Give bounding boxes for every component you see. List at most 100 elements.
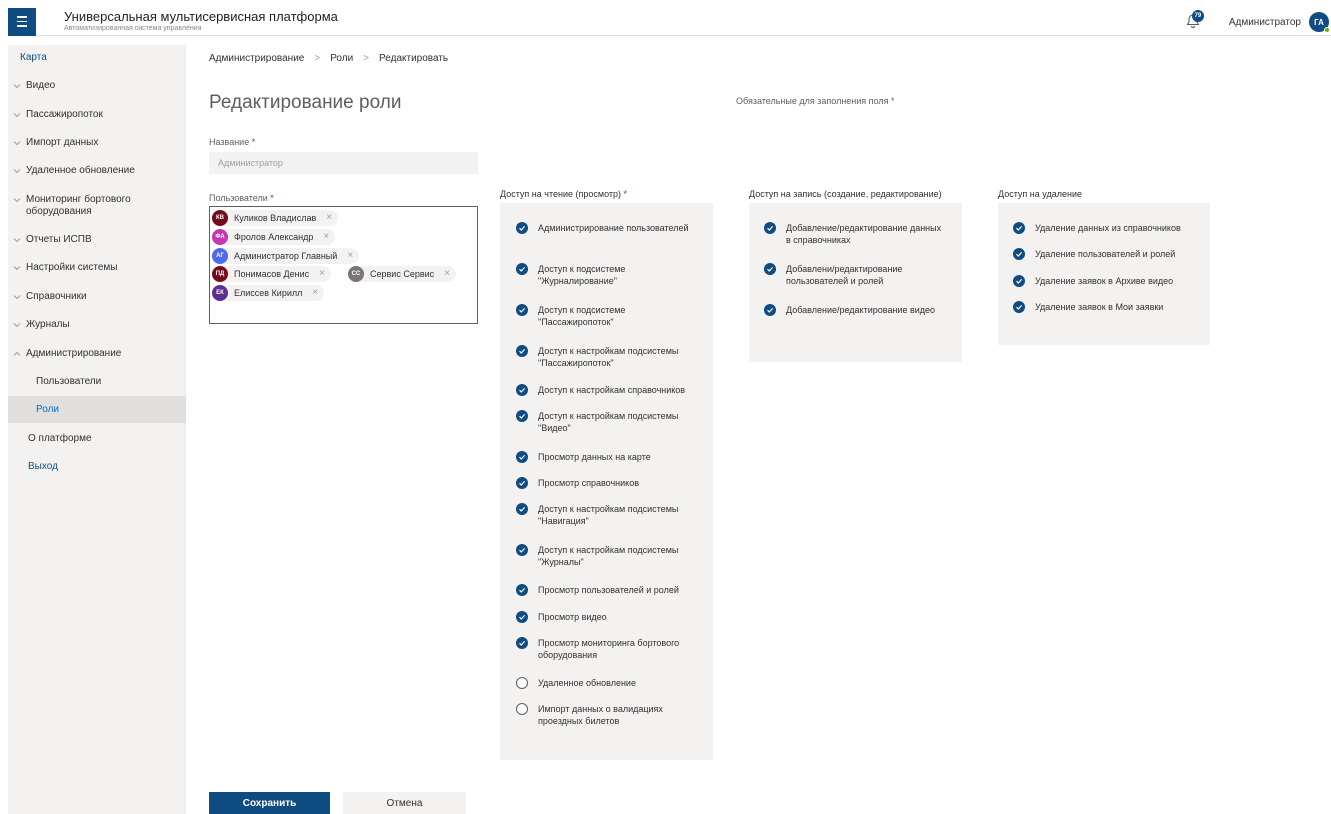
sidebar-item-map[interactable]: Карта xyxy=(0,52,178,64)
chevron-down-icon xyxy=(8,165,26,175)
checkmark-circle-icon xyxy=(516,503,528,515)
permission-checkbox[interactable]: Добавление/редактирование данных в справ… xyxy=(764,222,944,246)
menu-toggle-button[interactable] xyxy=(8,7,36,36)
permission-label: Добавлени/редактирование пользователей и… xyxy=(786,264,903,286)
close-icon[interactable]: × xyxy=(326,213,332,223)
permission-label: Доступ к настройкам подсистемы "Навигаци… xyxy=(538,504,679,526)
checkmark-circle-icon xyxy=(1013,248,1025,260)
checkmark-circle-icon xyxy=(516,584,528,596)
checkmark-circle-icon xyxy=(1013,275,1025,287)
sidebar-item-label: Журналы xyxy=(26,319,70,330)
sidebar-item-journals[interactable]: Журналы xyxy=(8,319,186,331)
close-icon[interactable]: × xyxy=(319,269,325,279)
permission-checkbox[interactable]: Добавлени/редактирование пользователей и… xyxy=(764,263,944,287)
permission-checkbox[interactable]: Просмотр видео xyxy=(516,611,701,623)
breadcrumb-item[interactable]: Роли xyxy=(330,53,353,64)
notifications-badge: 79 xyxy=(1191,10,1204,22)
checkmark-circle-icon xyxy=(1013,301,1025,313)
permission-checkbox[interactable]: Доступ к подсистеме "Журналирование" xyxy=(516,263,701,287)
read-access-title: Доступ на чтение (просмотр) * xyxy=(500,189,627,199)
app-title: Универсальная мультисервисная платформа xyxy=(64,9,338,24)
checkmark-circle-icon xyxy=(1013,222,1025,234)
save-button[interactable]: Сохранить xyxy=(209,792,330,814)
required-fields-note: Обязательные для заполнения поля * xyxy=(736,96,895,106)
hamburger-icon xyxy=(17,15,27,29)
avatar: ПД xyxy=(212,266,228,282)
close-icon[interactable]: × xyxy=(312,288,318,298)
notifications-button[interactable]: 79 xyxy=(1185,10,1204,31)
permission-checkbox[interactable]: Удаление заявок в Архиве видео xyxy=(1013,275,1208,287)
chevron-down-icon xyxy=(8,109,26,119)
user-name[interactable]: Администратор xyxy=(1229,17,1301,28)
sidebar-item-system-settings[interactable]: Настройки системы xyxy=(8,262,186,274)
sidebar-item-label: Администрирование xyxy=(26,348,122,359)
permission-checkbox[interactable]: Доступ к настройкам подсистемы "Пассажир… xyxy=(516,345,701,369)
avatar: АГ xyxy=(212,248,228,264)
user-chip-name: Администратор Главный xyxy=(234,251,338,261)
sidebar-item-ispv-reports[interactable]: Отчеты ИСПВ xyxy=(8,234,186,246)
role-name-input[interactable]: Администратор xyxy=(209,152,478,174)
sidebar-item-label: Справочники xyxy=(26,291,87,302)
close-icon[interactable]: × xyxy=(323,232,329,242)
user-initials: ГА xyxy=(1314,17,1324,27)
close-icon[interactable]: × xyxy=(347,251,353,261)
chevron-right-icon: > xyxy=(363,53,370,64)
sidebar-item-remote-update[interactable]: Удаленное обновление xyxy=(8,165,186,177)
sidebar-item-directories[interactable]: Справочники xyxy=(8,291,186,303)
permission-checkbox[interactable]: Администрирование пользователей xyxy=(516,222,701,234)
avatar: СС xyxy=(348,266,364,282)
app-title-block: Универсальная мультисервисная платформа … xyxy=(64,10,338,33)
permission-checkbox[interactable]: Просмотр мониторинга бортового оборудова… xyxy=(516,637,701,661)
checkmark-circle-icon xyxy=(516,477,528,489)
sidebar-item-onboard-monitoring[interactable]: Мониторинг бортового оборудования xyxy=(8,194,158,218)
permission-checkbox[interactable]: Просмотр справочников xyxy=(516,477,701,489)
checkmark-circle-icon xyxy=(516,611,528,623)
permission-label: Удаленное обновление xyxy=(538,678,636,688)
sidebar-item-label: Пассажиропоток xyxy=(26,109,103,120)
user-chip-name: Елиссев Кирилл xyxy=(234,288,303,298)
permission-checkbox[interactable]: Удаление пользователей и ролей xyxy=(1013,248,1208,260)
sidebar-item-roles[interactable]: Роли xyxy=(8,396,186,423)
sidebar-item-video[interactable]: Видео xyxy=(8,80,186,92)
checkmark-circle-icon xyxy=(516,345,528,357)
breadcrumb-item: Редактировать xyxy=(379,53,449,64)
user-chip-name: Куликов Владислав xyxy=(234,213,317,223)
close-icon[interactable]: × xyxy=(444,269,450,279)
sidebar-item-passenger-flow[interactable]: Пассажиропоток xyxy=(8,109,186,121)
permission-label: Добавление/редактирование видео xyxy=(786,305,936,315)
required-mark: * xyxy=(270,193,274,203)
user-chip: СС Сервис Сервис × xyxy=(348,266,456,282)
permission-label: Добавление/редактирование данных в справ… xyxy=(786,223,942,245)
user-avatar[interactable]: ГА xyxy=(1309,12,1330,33)
cancel-button[interactable]: Отмена xyxy=(343,792,466,814)
permission-checkbox[interactable]: Доступ к подсистеме "Пассажиропоток" xyxy=(516,304,701,328)
user-chip-name: Фролов Александр xyxy=(234,232,314,242)
permission-checkbox[interactable]: Импорт данных о валидациях проездных бил… xyxy=(516,703,701,727)
sidebar-item-logout[interactable]: Выход xyxy=(8,461,186,473)
chevron-up-icon xyxy=(8,348,26,358)
permission-checkbox[interactable]: Удаление данных из справочников xyxy=(1013,222,1208,234)
chevron-down-icon xyxy=(8,262,26,272)
read-access-title-text: Доступ на чтение (просмотр) xyxy=(500,189,621,199)
permission-checkbox[interactable]: Удаленное обновление xyxy=(516,677,701,689)
sidebar-item-data-import[interactable]: Импорт данных xyxy=(8,137,186,149)
permission-checkbox[interactable]: Просмотр пользователей и ролей xyxy=(516,584,701,596)
permission-checkbox[interactable]: Доступ к настройкам справочников xyxy=(516,384,701,396)
permission-checkbox[interactable]: Добавление/редактирование видео xyxy=(764,304,944,316)
permission-checkbox[interactable]: Доступ к настройкам подсистемы "Навигаци… xyxy=(516,503,701,527)
breadcrumb-item[interactable]: Администрирование xyxy=(209,53,304,64)
user-chip: АГ Администратор Главный × xyxy=(212,248,360,264)
avatar: КВ xyxy=(212,210,228,226)
permission-checkbox[interactable]: Просмотр данных на карте xyxy=(516,451,701,463)
permission-checkbox[interactable]: Удаление заявок в Мои заявки xyxy=(1013,301,1208,313)
permission-label: Просмотр мониторинга бортового оборудова… xyxy=(538,638,680,660)
sidebar-item-users[interactable]: Пользователи xyxy=(8,376,186,396)
permission-checkbox[interactable]: Доступ к настройкам подсистемы "Видео" xyxy=(516,410,701,434)
sidebar-item-administration[interactable]: Администрирование xyxy=(8,348,186,360)
users-field-label: Пользователи * xyxy=(209,193,274,203)
permission-checkbox[interactable]: Доступ к настройкам подсистемы "Журналы" xyxy=(516,544,701,568)
checkmark-circle-icon xyxy=(764,304,776,316)
checkmark-circle-icon xyxy=(516,637,528,649)
app-subtitle: Автоматизированная система управления xyxy=(64,25,202,32)
sidebar-item-about[interactable]: О платформе xyxy=(8,433,186,445)
